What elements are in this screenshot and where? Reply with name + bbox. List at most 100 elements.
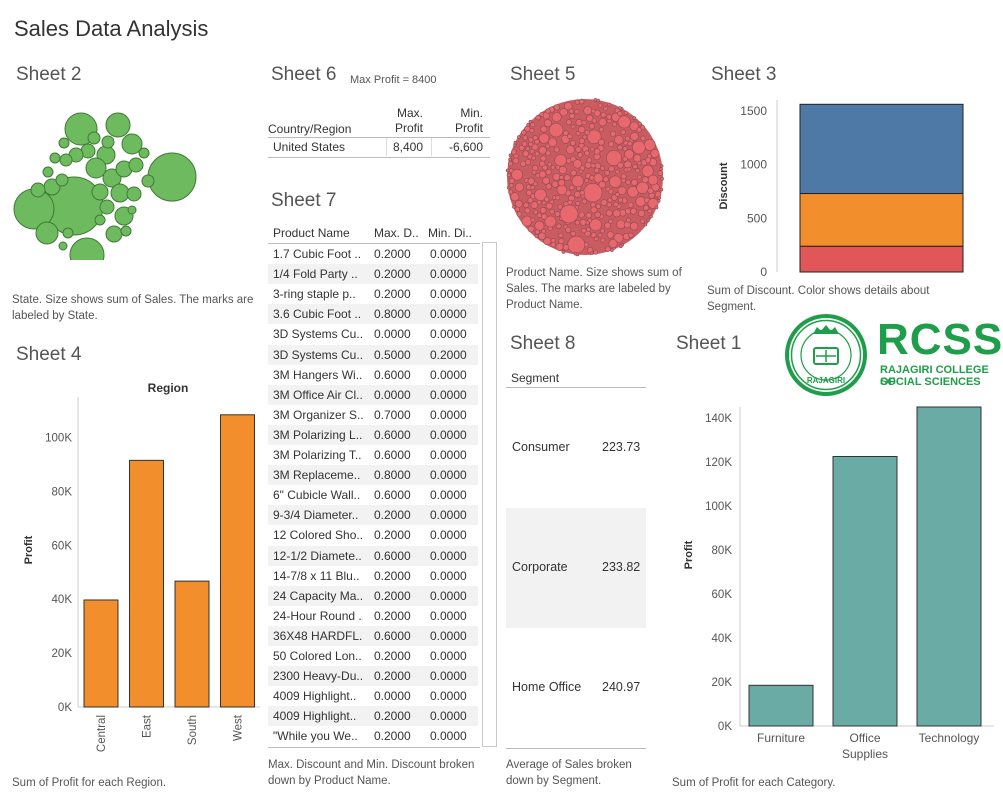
sheet4-y-axis-label: Profit: [23, 535, 35, 564]
table-row[interactable]: 3M Hangers Wi.. 0.6000 0.0000: [268, 365, 478, 385]
sheet4-bar-chart[interactable]: Region Profit 0K 20K 40K 60K 80K 100K Central Eas…: [8, 375, 263, 770]
product-bubble: [623, 160, 632, 169]
sheet7-table: Product Name Max. D.. Min. Di.. 1.7 Cubi…: [268, 222, 498, 752]
table-row[interactable]: 3D Systems Cu.. 0.5000 0.2000: [268, 344, 478, 365]
table-row[interactable]: 24 Capacity Ma.. 0.2000 0.0000: [268, 585, 478, 606]
product-bubble: [600, 237, 606, 243]
segment-label: Home Office: [512, 680, 582, 694]
product-name-cell: 14-7/8 x 11 Blu..: [273, 568, 360, 583]
product-bubble: [529, 127, 535, 133]
product-name-cell: 24-Hour Round ..: [273, 608, 363, 623]
product-bubble: [600, 228, 605, 234]
product-bubble: [536, 212, 542, 218]
product-bubble: [550, 238, 556, 244]
product-bubble: [507, 161, 514, 167]
sheet5-title: Sheet 5: [510, 64, 576, 85]
sheet7-scrollbar[interactable]: [482, 242, 497, 747]
segment-value: 223.73: [602, 440, 641, 454]
sheet3-stacked-bar-chart[interactable]: Discount 0 500 1000 1500: [705, 95, 995, 280]
col-country-header[interactable]: Country/Region: [268, 122, 351, 137]
table-row[interactable]: 1.7 Cubic Foot .. 0.2000 0.0000: [268, 244, 478, 264]
table-row[interactable]: 3M Polarizing L.. 0.6000 0.0000: [268, 424, 478, 445]
table-row[interactable]: 12-1/2 Diamete.. 0.6000 0.0000: [268, 545, 478, 566]
table-row[interactable]: 2300 Heavy-Du.. 0.2000 0.0000: [268, 666, 478, 687]
product-bubble: [508, 153, 513, 158]
product-bubble: [605, 246, 611, 252]
y-tick-label: 0K: [58, 702, 72, 714]
min-discount-cell: 0.0000: [430, 669, 467, 684]
product-bubble: [610, 130, 617, 137]
state-bubble: [42, 166, 54, 178]
product-bubble: [608, 165, 615, 172]
table-row[interactable]: 3M Organizer S.. 0.7000 0.0000: [268, 405, 478, 425]
table-row[interactable]: 1/4 Fold Party .. 0.2000 0.0000: [268, 264, 478, 285]
max-discount-cell: 0.0000: [374, 689, 411, 704]
product-bubble: [646, 218, 650, 223]
col-min-header-2: Profit: [454, 121, 483, 135]
product-name-cell: 3M Replaceme..: [273, 468, 361, 483]
table-row[interactable]: 6" Cubicle Wall.. 0.6000 0.0000: [268, 485, 478, 505]
table-row[interactable]: 3M Office Air Cl.. 0.0000 0.0000: [268, 384, 478, 405]
min-discount-cell: 0.0000: [430, 448, 467, 462]
min-discount-cell: 0.0000: [430, 287, 467, 302]
table-row[interactable]: 4009 Highlight.. 0.2000 0.0000: [268, 706, 478, 727]
product-bubble: [578, 98, 585, 105]
min-discount-cell: 0.0000: [430, 689, 467, 704]
product-bubble: [574, 219, 581, 226]
table-row[interactable]: 3M Polarizing T.. 0.6000 0.0000: [268, 445, 478, 465]
product-name-cell: 4009 Highlight..: [273, 689, 357, 704]
sheet1-bar-chart[interactable]: Profit 0K 20K 40K 60K 80K 100K 120K 140K Furnitur…: [672, 390, 997, 770]
product-bubble: [565, 145, 575, 155]
table-row[interactable]: 3M Replaceme.. 0.8000 0.0000: [268, 465, 478, 486]
x-tick-label: South: [187, 715, 199, 745]
table-row[interactable]: "While you We.. 0.2000 0.0000: [268, 726, 478, 746]
product-bubble: [630, 207, 637, 215]
product-bubble: [582, 134, 588, 140]
table-row[interactable]: 3.6 Cubic Foot .. 0.8000 0.0000: [268, 304, 478, 325]
product-bubble: [527, 197, 534, 204]
max-discount-cell: 0.6000: [374, 448, 411, 462]
table-row[interactable]: 24-Hour Round .. 0.2000 0.0000: [268, 606, 478, 626]
product-bubble: [632, 140, 646, 155]
state-bubble: [62, 227, 74, 239]
product-bubble: [570, 124, 576, 130]
table-row[interactable]: 50 Colored Lon.. 0.2000 0.0000: [268, 646, 478, 666]
col-min-discount-header[interactable]: Min. Di..: [428, 226, 472, 240]
col-product-header[interactable]: Product Name: [273, 226, 350, 240]
product-name-cell: 36X48 HARDFL..: [273, 628, 363, 643]
product-name-cell: 3M Hangers Wi..: [273, 367, 363, 382]
product-bubble: [535, 115, 541, 121]
min-discount-cell: 0.0000: [430, 548, 467, 563]
product-bubble: [628, 232, 634, 239]
product-bubble: [527, 225, 535, 233]
product-bubble: [554, 154, 567, 167]
max-discount-cell: 0.2000: [374, 729, 411, 744]
table-row[interactable]: 14-7/8 x 11 Blu.. 0.2000 0.0000: [268, 566, 478, 586]
sheet7-caption: Max. Discount and Min. Discount broken d…: [268, 759, 475, 787]
product-bubble: [607, 197, 613, 203]
product-name-cell: 3M Office Air Cl..: [273, 387, 363, 402]
product-bubble: [521, 129, 527, 136]
table-row[interactable]: 3D Systems Cu.. 0.0000 0.0000: [268, 324, 478, 344]
table-row[interactable]: 4009 Highlight.. 0.0000 0.0000: [268, 686, 478, 706]
col-segment-header[interactable]: Segment: [511, 371, 559, 385]
table-row[interactable]: 12 Colored Sho.. 0.2000 0.0000: [268, 525, 478, 545]
product-bubble: [622, 156, 628, 162]
sheet8-title: Sheet 8: [510, 333, 576, 354]
product-name-cell: 1.7 Cubic Foot ..: [273, 247, 362, 261]
sheet5-bubble-chart[interactable]: [503, 95, 668, 260]
product-bubble: [604, 222, 611, 230]
product-bubble: [629, 132, 639, 141]
col-max-discount-header[interactable]: Max. D..: [374, 226, 419, 240]
product-bubble: [540, 155, 547, 162]
product-bubble: [551, 180, 559, 188]
product-bubble: [574, 109, 580, 115]
sheet2-bubble-chart[interactable]: [8, 100, 208, 260]
min-discount-cell: 0.0000: [430, 588, 467, 603]
table-row[interactable]: 3-ring staple p.. 0.2000 0.0000: [268, 284, 478, 304]
table-row[interactable]: 9-3/4 Diameter.. 0.2000 0.0000: [268, 505, 478, 526]
product-bubble: [600, 199, 608, 206]
product-bubble: [642, 176, 649, 183]
table-row[interactable]: 36X48 HARDFL.. 0.6000 0.0000: [268, 625, 478, 646]
y-tick-label: 1000: [740, 158, 767, 172]
